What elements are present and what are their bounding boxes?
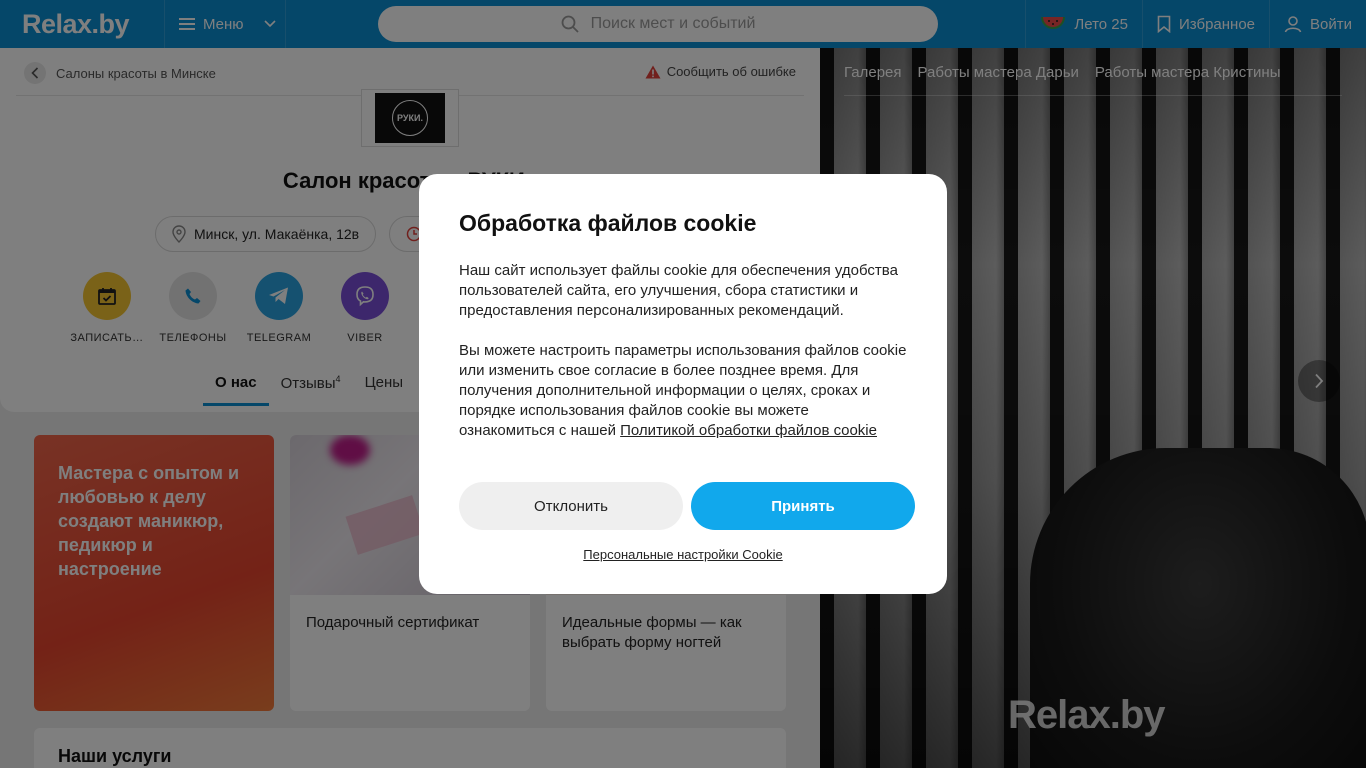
- accept-button[interactable]: Принять: [691, 482, 915, 530]
- cookie-dialog-title: Обработка файлов cookie: [459, 210, 757, 236]
- decline-button[interactable]: Отклонить: [459, 482, 683, 530]
- cookie-dialog: Обработка файлов cookie Наш сайт использ…: [419, 174, 947, 594]
- cookie-personal-settings-link[interactable]: Персональные настройки Cookie: [419, 547, 947, 562]
- cookie-buttons: Отклонить Принять: [459, 482, 915, 530]
- cookie-policy-link[interactable]: Политикой обработки файлов cookie: [620, 422, 877, 439]
- cookie-text-2: Вы можете настроить параметры использова…: [459, 341, 907, 441]
- cookie-text-1: Наш сайт использует файлы cookie для обе…: [459, 262, 898, 319]
